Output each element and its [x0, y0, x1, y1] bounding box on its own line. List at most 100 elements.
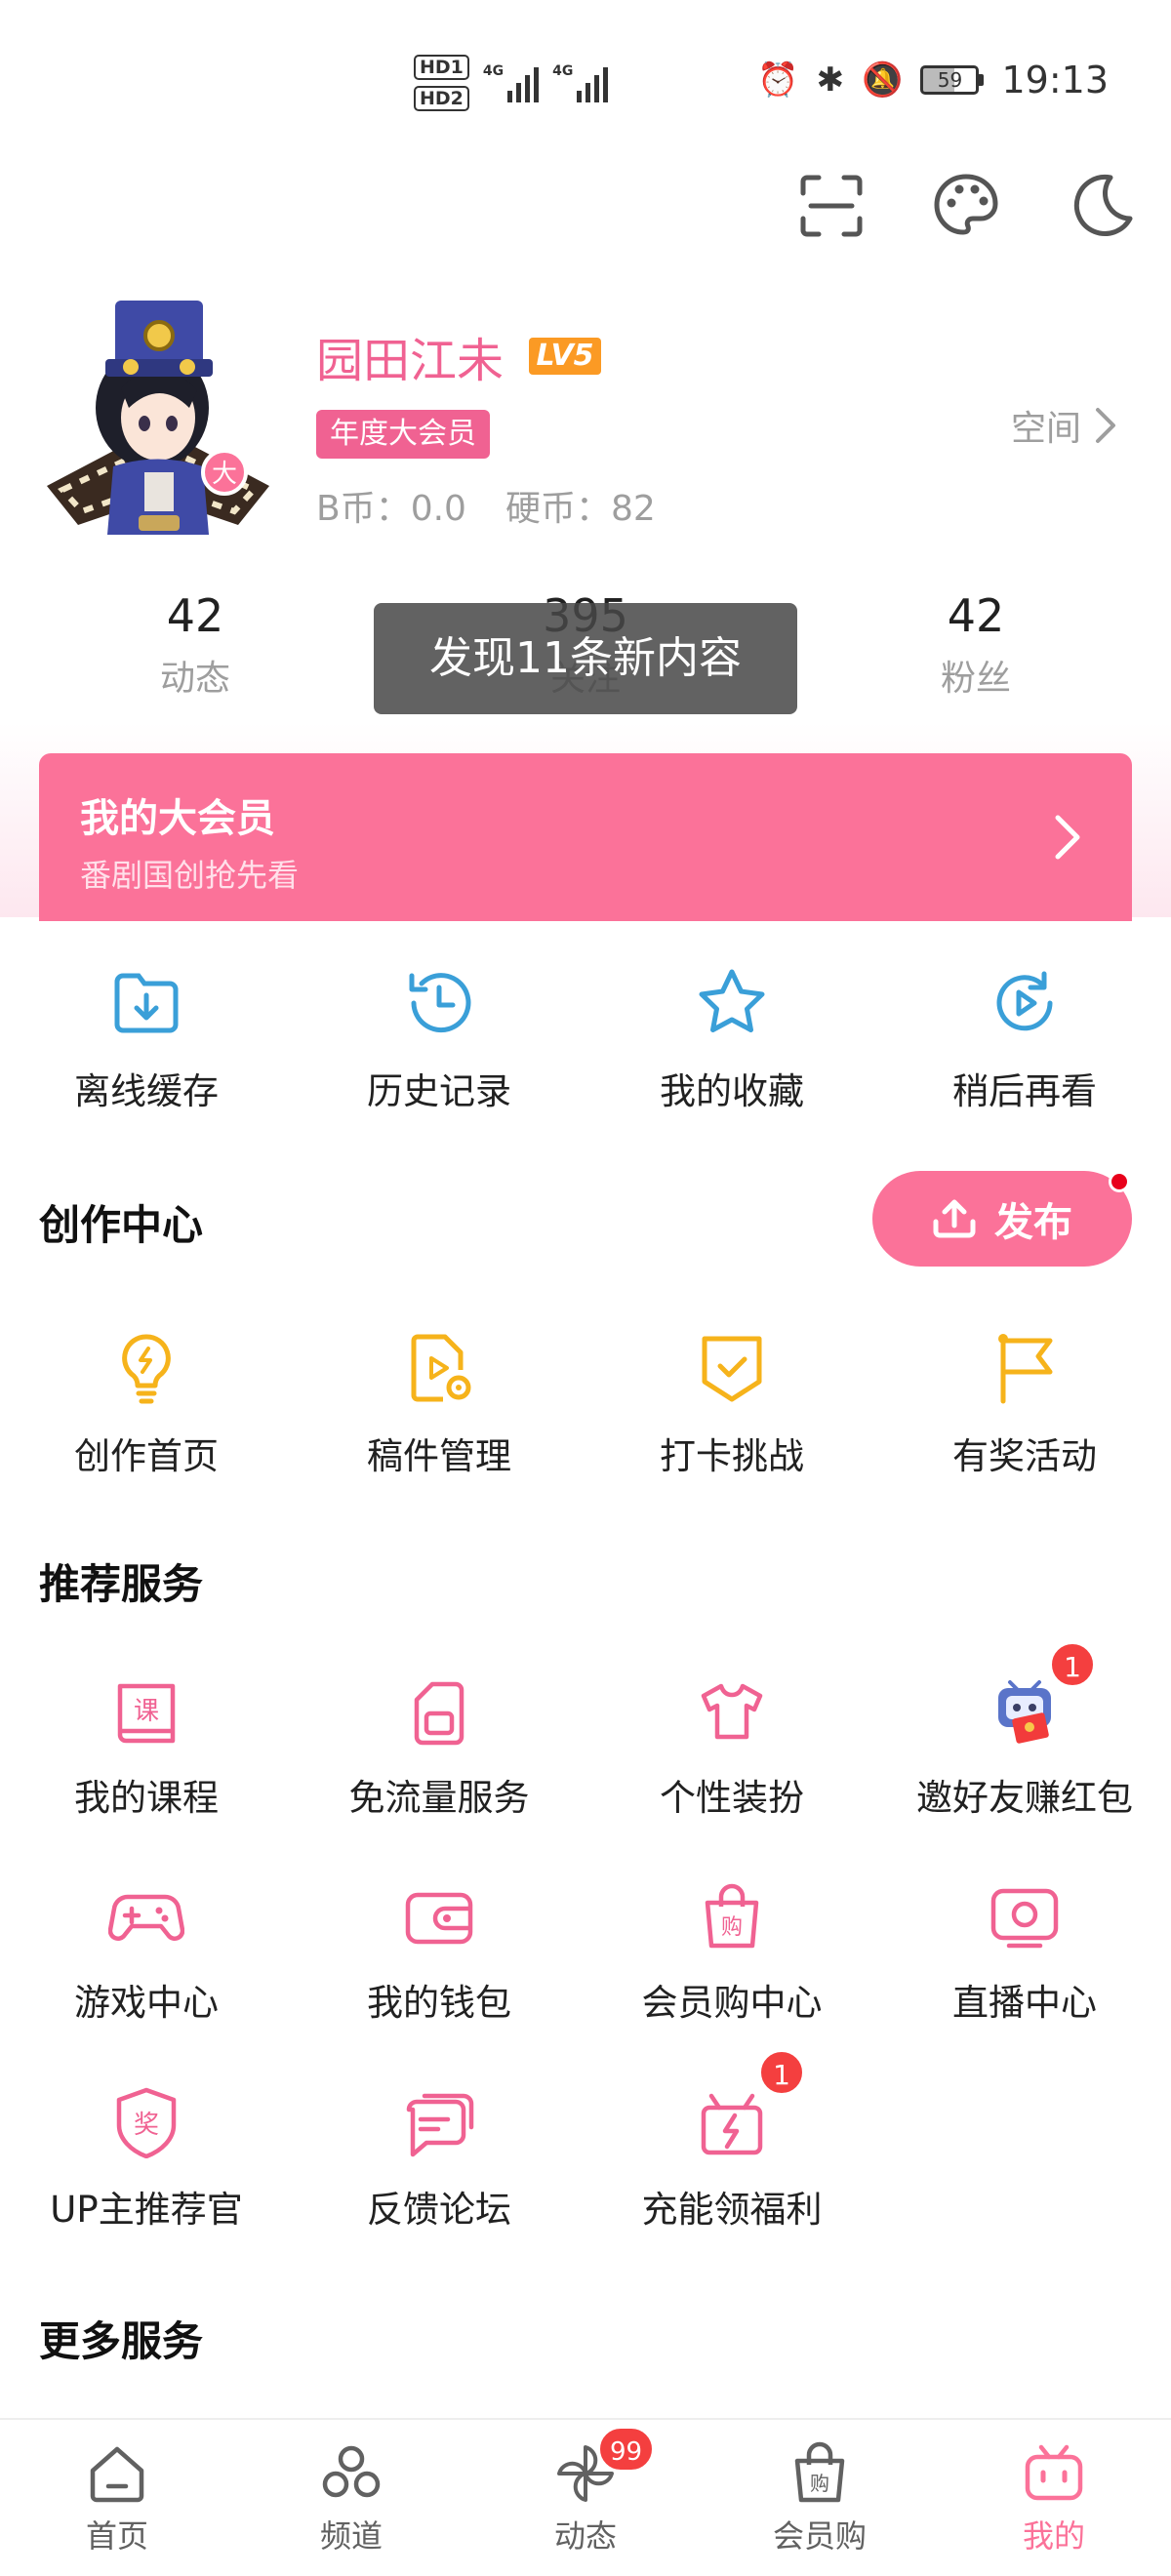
service-my-courses[interactable]: 课 我的课程 [0, 1678, 293, 1821]
mascot-red-envelope-icon [998, 1680, 1051, 1744]
shopping-bag-icon: 购 [705, 1883, 759, 1949]
service-label: 我的课程 [74, 1777, 219, 1819]
publish-button[interactable]: 发布 [872, 1171, 1132, 1267]
currency-row: B币：0.0 硬币：82 [316, 480, 656, 531]
service-wallet[interactable]: 我的钱包 [293, 1883, 586, 2026]
service-charge-benefits[interactable]: 充能领福利 [586, 2086, 878, 2233]
service-label: 邀好友赚红包 [916, 1777, 1133, 1819]
service-label: 反馈论坛 [367, 2189, 511, 2231]
service-label: UP主推荐官 [50, 2189, 243, 2231]
avatar[interactable]: 大 [43, 281, 273, 574]
level-badge: LV5 [529, 338, 601, 375]
space-link[interactable]: 空间 [1011, 400, 1116, 451]
stat-value: 42 [947, 589, 1005, 642]
service-invite-friends[interactable]: 邀好友赚红包 [878, 1678, 1171, 1821]
quick-action-label: 我的收藏 [660, 1070, 804, 1112]
quick-action-watch-later[interactable]: 稍后再看 [878, 966, 1171, 1114]
quick-action-offline-cache[interactable]: 离线缓存 [0, 966, 293, 1114]
reward-activities[interactable]: 有奖活动 [878, 1331, 1171, 1479]
signal-2-icon: 4G [552, 63, 609, 102]
bottom-nav: 首页 频道 动态 99 购 会员购 我的 [0, 2418, 1171, 2576]
gift-bolt-icon [701, 2093, 763, 2155]
sim2-hd-label: HD2 [414, 86, 469, 111]
star-icon [699, 969, 765, 1032]
my-vip-banner[interactable]: 我的大会员 番剧国创抢先看 [39, 753, 1132, 921]
stat-value: 42 [166, 589, 224, 642]
sim1-hd-label: HD1 [414, 55, 469, 80]
history-clock-icon [409, 973, 471, 1033]
svg-text:购: 购 [721, 1915, 743, 1940]
notification-dot [1109, 1171, 1130, 1192]
battery-icon: 59 [920, 65, 985, 95]
creation-item-label: 稿件管理 [367, 1435, 511, 1477]
nav-vip-shop[interactable]: 购 会员购 [703, 2441, 937, 2556]
service-live-center[interactable]: 直播中心 [878, 1883, 1171, 2026]
service-game-center[interactable]: 游戏中心 [0, 1883, 293, 2026]
service-feedback-forum[interactable]: 反馈论坛 [293, 2086, 586, 2233]
upload-icon [933, 1199, 976, 1238]
creation-item-label: 创作首页 [74, 1435, 219, 1477]
status-bar: HD1 HD2 4G 4G ⏰ ✱ 🔕 59 19:13 [0, 0, 1171, 146]
shopping-bag-icon: 购 [794, 2441, 845, 2503]
network-indicators: HD1 HD2 4G 4G [414, 55, 609, 111]
service-label: 个性装扮 [660, 1777, 804, 1819]
vip-banner-title: 我的大会员 [80, 796, 275, 841]
alarm-icon: ⏰ [757, 60, 799, 100]
service-label: 游戏中心 [74, 1982, 219, 2024]
stat-fans[interactable]: 42 粉丝 [829, 589, 1122, 701]
invite-badge: 1 [1049, 1641, 1096, 1688]
quick-action-label: 离线缓存 [74, 1070, 219, 1112]
theme-palette-icon[interactable] [932, 172, 1000, 240]
creation-home[interactable]: 创作首页 [0, 1331, 293, 1479]
net2-label: 4G [552, 63, 574, 79]
nav-label: 动态 [553, 2517, 617, 2555]
check-shield-icon [702, 1336, 762, 1402]
tv-mascot-icon [1025, 2444, 1083, 2501]
service-label: 免流量服务 [348, 1777, 530, 1819]
night-mode-moon-icon[interactable] [1068, 172, 1136, 240]
svg-text:课: 课 [134, 1697, 159, 1726]
stat-label: 动态 [159, 659, 230, 699]
nav-label: 频道 [319, 2517, 383, 2555]
more-services-title: 更多服务 [39, 2317, 204, 2365]
gamepad-icon [108, 1894, 184, 1941]
chat-bubbles-icon [406, 2093, 474, 2157]
chevron-right-icon [1055, 815, 1080, 860]
watch-later-icon [996, 971, 1053, 1031]
nav-home[interactable]: 首页 [0, 2441, 234, 2556]
stat-dynamics[interactable]: 42 动态 [49, 589, 342, 701]
service-vip-shop[interactable]: 购 会员购中心 [586, 1883, 878, 2026]
tshirt-icon [701, 1683, 763, 1740]
svg-text:奖: 奖 [134, 2111, 159, 2140]
nav-channels[interactable]: 频道 [234, 2441, 468, 2556]
net1-label: 4G [482, 63, 505, 79]
svg-text:购: 购 [810, 2472, 829, 2495]
service-label: 直播中心 [952, 1982, 1097, 2024]
quick-action-history[interactable]: 历史记录 [293, 966, 586, 1114]
service-up-recommender[interactable]: 奖 UP主推荐官 [0, 2086, 293, 2233]
nav-dynamics[interactable]: 动态 [468, 2441, 703, 2556]
service-label: 充能领福利 [641, 2189, 823, 2231]
service-personal-outfit[interactable]: 个性装扮 [586, 1678, 878, 1821]
coin-balance: 硬币：82 [505, 489, 656, 529]
creation-item-label: 打卡挑战 [660, 1435, 804, 1477]
annual-vip-badge[interactable]: 年度大会员 [316, 410, 490, 459]
username[interactable]: 园田江未 [316, 322, 504, 390]
service-free-data[interactable]: 免流量服务 [293, 1678, 586, 1821]
nav-mine[interactable]: 我的 [937, 2441, 1171, 2556]
quick-action-favorites[interactable]: 我的收藏 [586, 966, 878, 1114]
clock-time: 19:13 [1001, 59, 1109, 101]
b-coin-balance: B币：0.0 [316, 489, 466, 529]
flag-icon [998, 1334, 1053, 1404]
charge-benefits-badge: 1 [758, 2049, 805, 2096]
service-label: 我的钱包 [367, 1982, 511, 2024]
nav-label: 会员购 [772, 2517, 867, 2555]
checkin-challenge[interactable]: 打卡挑战 [586, 1331, 878, 1479]
scan-icon[interactable] [797, 172, 866, 240]
course-book-icon: 课 [117, 1683, 176, 1744]
bluetooth-icon: ✱ [816, 60, 845, 100]
chevron-right-icon [1096, 408, 1115, 443]
lightbulb-icon [122, 1334, 171, 1404]
quick-action-label: 历史记录 [367, 1070, 511, 1112]
manuscript-management[interactable]: 稿件管理 [293, 1331, 586, 1479]
